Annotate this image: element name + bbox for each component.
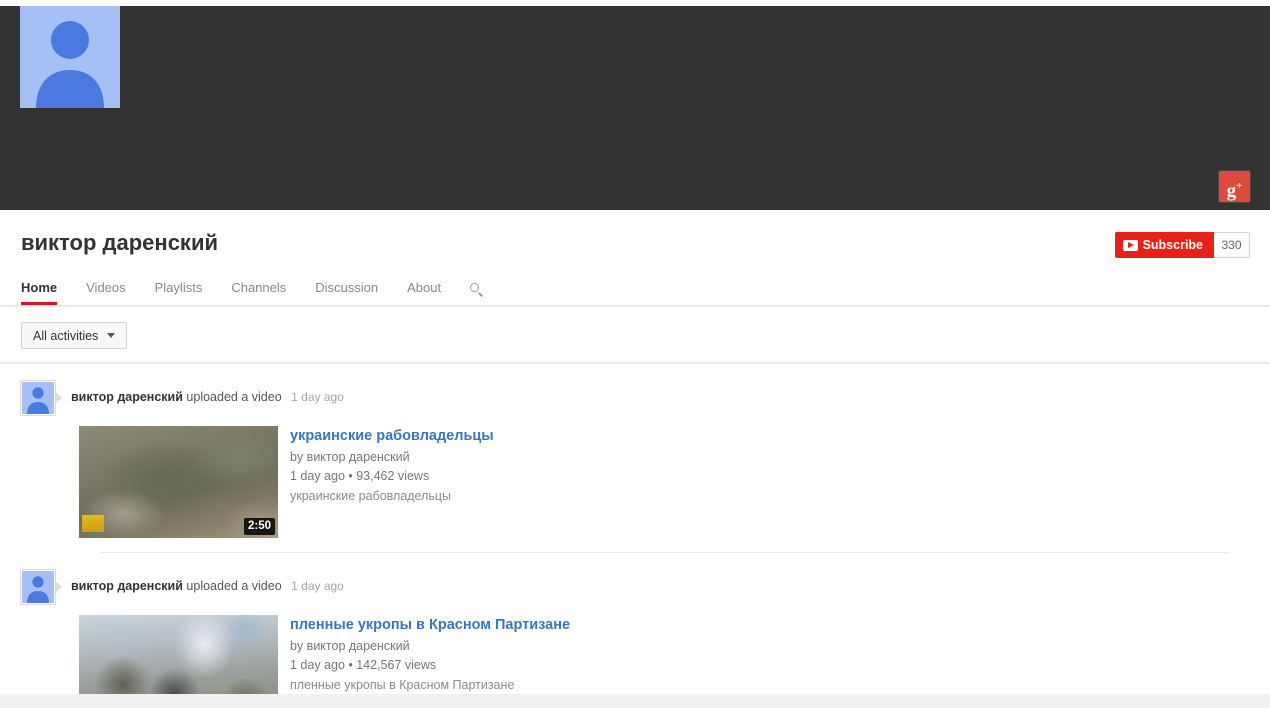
video-metadata: пленные укропы в Красном Партизане by ви… — [278, 615, 570, 694]
tab-playlists[interactable]: Playlists — [155, 280, 203, 305]
video-description: украинские рабовладельцы — [290, 488, 452, 503]
avatar[interactable] — [20, 380, 62, 416]
gplus-letter: g — [1226, 180, 1237, 202]
all-activities-label: All activities — [33, 328, 99, 343]
avatar[interactable] — [20, 569, 62, 605]
subscriber-count[interactable]: 330 — [1214, 232, 1250, 258]
activity-feed: виктор даренский uploaded a video 1 day … — [0, 364, 1270, 694]
feed-actor[interactable]: виктор даренский — [71, 390, 183, 404]
video-title-link[interactable]: пленные укропы в Красном Партизане — [290, 616, 570, 634]
youtube-channel-page: g+ виктор даренский Subscribe 330 Home V… — [0, 0, 1270, 708]
channel-avatar[interactable] — [20, 6, 120, 108]
video-duration-badge: 2:50 — [243, 517, 275, 535]
feed-action: uploaded a video — [186, 390, 282, 404]
tab-about[interactable]: About — [407, 280, 441, 305]
chevron-down-icon — [107, 333, 116, 338]
feed-byline: виктор даренский uploaded a video 1 day … — [59, 569, 344, 593]
tab-discussion[interactable]: Discussion — [315, 280, 378, 305]
channel-tabs: Home Videos Playlists Channels Discussio… — [21, 269, 483, 305]
video-uploader: by виктор даренский — [290, 449, 494, 466]
subscribe-label: Subscribe — [1142, 238, 1203, 252]
gplus-plus: + — [1236, 180, 1243, 192]
tab-channels[interactable]: Channels — [231, 280, 286, 305]
video-entry: 7:47 пленные укропы в Красном Партизане … — [20, 615, 1250, 694]
youtube-play-icon — [1122, 239, 1138, 251]
feed-item-header: виктор даренский uploaded a video 1 day … — [20, 380, 1250, 416]
video-thumbnail[interactable]: 2:50 — [79, 426, 278, 538]
person-avatar-glyph — [27, 387, 49, 414]
feed-item: виктор даренский uploaded a video 1 day … — [0, 553, 1270, 694]
video-metadata: украинские рабовладельцы by виктор дарен… — [278, 426, 494, 505]
feed-item: виктор даренский uploaded a video 1 day … — [0, 364, 1270, 553]
video-description: пленные укропы в Красном Партизане — [290, 677, 515, 692]
video-uploader: by виктор даренский — [290, 638, 570, 655]
channel-header: виктор даренский Subscribe 330 Home Vide… — [0, 210, 1270, 306]
subscribe-button[interactable]: Subscribe — [1114, 232, 1214, 258]
search-icon — [470, 283, 483, 296]
feed-timestamp: 1 day ago — [291, 579, 344, 593]
subscribe-group: Subscribe 330 — [1114, 232, 1250, 258]
google-plus-badge[interactable]: g+ — [1219, 171, 1250, 202]
channel-banner: g+ — [0, 6, 1270, 210]
tab-videos[interactable]: Videos — [86, 280, 126, 305]
video-title-link[interactable]: украинские рабовладельцы — [290, 427, 494, 445]
activity-filter-bar: All activities — [0, 307, 1270, 363]
feed-timestamp: 1 day ago — [291, 390, 344, 404]
channel-search-button[interactable] — [470, 283, 483, 305]
person-avatar-icon — [36, 21, 104, 108]
video-uploader-name[interactable]: by виктор даренский — [290, 639, 410, 653]
video-entry: 2:50 украинские рабовладельцы by виктор … — [20, 426, 1250, 538]
feed-action: uploaded a video — [186, 579, 282, 593]
person-avatar-icon — [22, 571, 54, 603]
all-activities-dropdown[interactable]: All activities — [21, 322, 128, 349]
feed-item-header: виктор даренский uploaded a video 1 day … — [20, 569, 1250, 605]
tab-home[interactable]: Home — [21, 280, 58, 305]
feed-actor[interactable]: виктор даренский — [71, 579, 183, 593]
video-stats: 1 day ago • 142,567 views — [290, 658, 437, 672]
video-stats: 1 day ago • 93,462 views — [290, 469, 430, 483]
video-uploader-name[interactable]: by виктор даренский — [290, 450, 410, 464]
person-avatar-glyph — [27, 576, 49, 603]
person-avatar-icon — [22, 382, 54, 414]
feed-byline: виктор даренский uploaded a video 1 day … — [59, 380, 344, 404]
page-title: виктор даренский — [21, 230, 218, 255]
video-thumbnail[interactable]: 7:47 — [79, 615, 278, 694]
